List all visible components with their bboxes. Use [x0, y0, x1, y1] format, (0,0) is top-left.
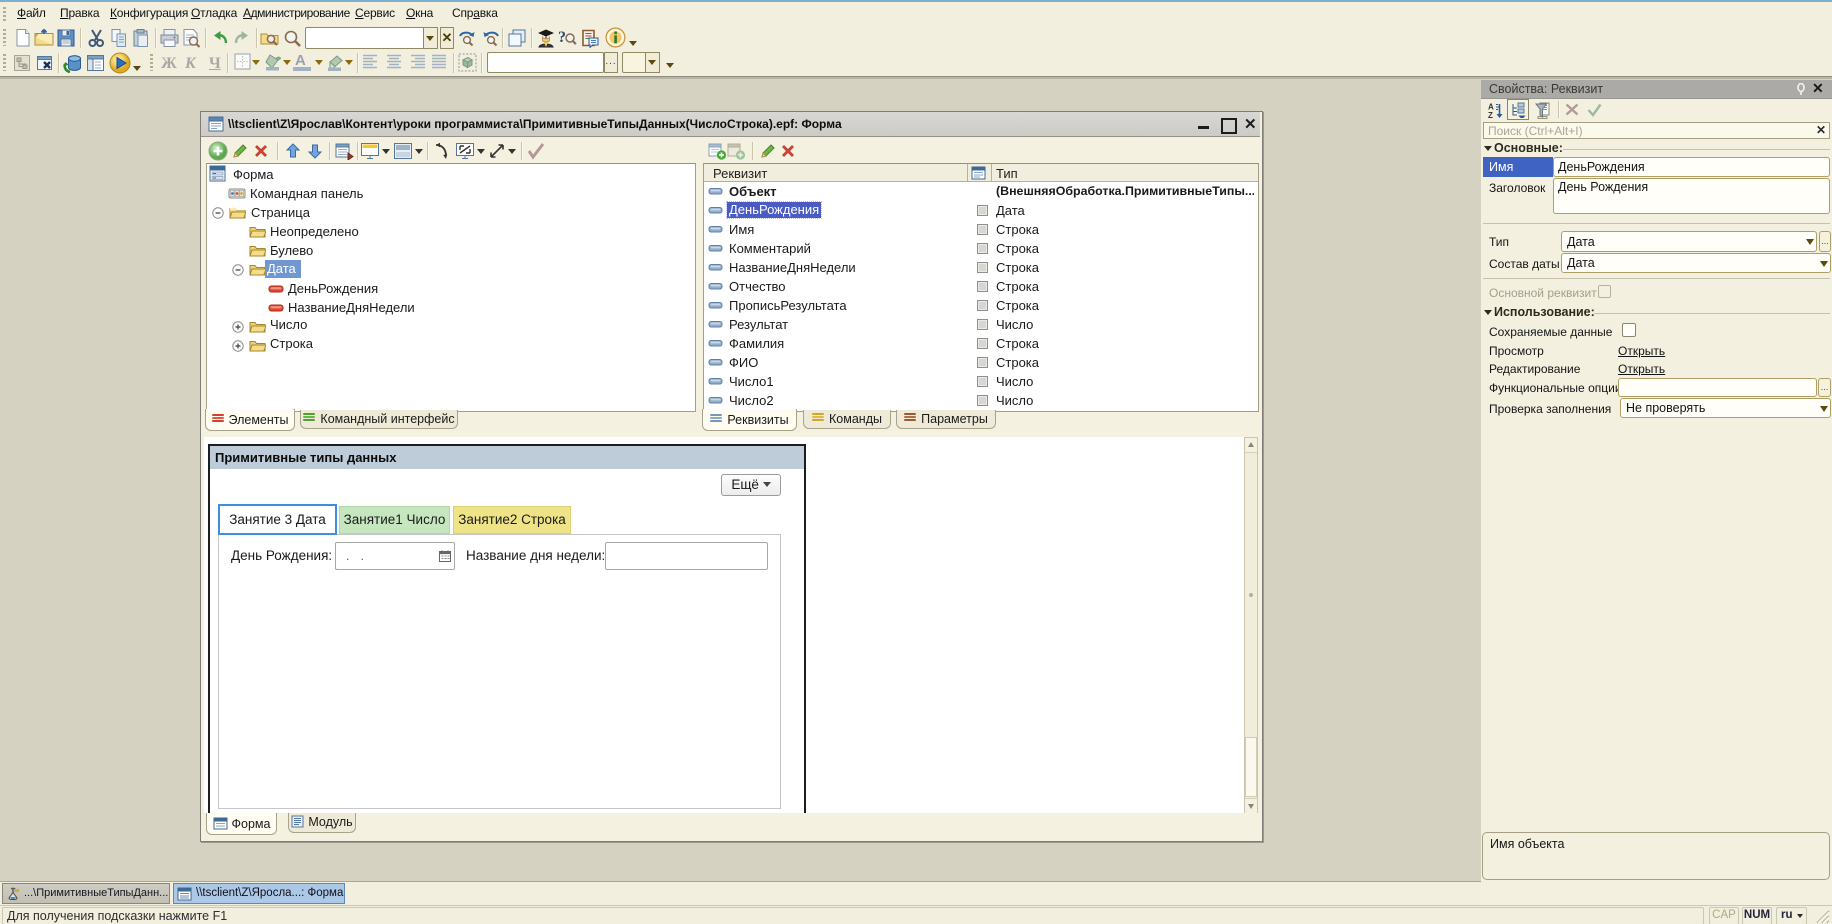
- svg-text:Z: Z: [1488, 111, 1493, 119]
- svg-text:?: ?: [558, 29, 566, 46]
